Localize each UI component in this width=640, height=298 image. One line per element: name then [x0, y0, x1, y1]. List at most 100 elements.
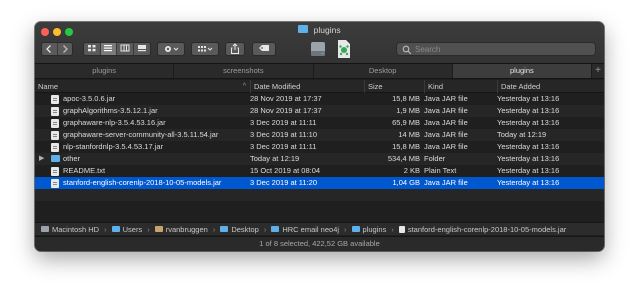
- file-list: apoc-3.5.0.6.jar 28 Nov 2019 at 17:37 15…: [35, 93, 604, 220]
- path-item-macintosh-hd[interactable]: Macintosh HD: [41, 225, 99, 234]
- action-menu-button[interactable]: [157, 42, 185, 56]
- sort-ascending-icon: ^: [242, 83, 246, 90]
- empty-row: [35, 201, 604, 213]
- file-kind: Java JAR file: [424, 106, 468, 115]
- title-bar: plugins: [35, 22, 604, 64]
- share-button[interactable]: [225, 42, 245, 56]
- tag-icon: [259, 45, 269, 51]
- list-view-button[interactable]: [100, 43, 117, 55]
- path-separator-icon: ›: [212, 224, 216, 234]
- window-title: plugins: [313, 25, 341, 35]
- file-size: 1,9 MB: [396, 106, 420, 115]
- file-date-added: Yesterday at 13:16: [497, 106, 560, 115]
- folder-icon: [298, 25, 309, 33]
- new-tab-button[interactable]: +: [592, 64, 604, 78]
- file-date-modified: 28 Nov 2019 at 17:37: [250, 106, 322, 115]
- gallery-view-button[interactable]: [133, 43, 150, 55]
- tab-screenshots[interactable]: screenshots: [174, 64, 314, 78]
- tab-bar: plugins screenshots Desktop plugins +: [35, 64, 604, 79]
- forward-button[interactable]: [57, 43, 72, 55]
- list-view-icon: [104, 45, 113, 52]
- path-item-file[interactable]: stanford-english-corenlp-2018-10-05-mode…: [398, 225, 566, 234]
- file-date-modified: Today at 12:19: [250, 154, 300, 163]
- file-date-modified: 3 Dec 2019 at 11:11: [250, 142, 317, 151]
- file-row[interactable]: README.txt 15 Oct 2019 at 08:04 2 KB Pla…: [35, 165, 604, 177]
- file-date-added: Yesterday at 13:16: [497, 178, 560, 187]
- file-kind: Java JAR file: [424, 130, 468, 139]
- tab-desktop[interactable]: Desktop: [314, 64, 453, 78]
- path-item-desktop[interactable]: Desktop: [220, 225, 259, 234]
- file-date-added: Yesterday at 13:16: [497, 118, 560, 127]
- file-date-added: Yesterday at 13:16: [497, 166, 560, 175]
- path-separator-icon: ›: [344, 224, 347, 234]
- tab-plugins-1[interactable]: plugins: [35, 64, 175, 78]
- file-row[interactable]: nlp-stanfordnlp-3.5.4.53.17.jar 3 Dec 20…: [35, 141, 604, 153]
- file-date-added: Yesterday at 13:16: [497, 154, 560, 163]
- path-separator-icon: ›: [104, 224, 107, 234]
- file-date-modified: 15 Oct 2019 at 08:04: [250, 166, 321, 175]
- share-icon: [231, 43, 239, 54]
- file-row-selected[interactable]: stanford-english-corenlp-2018-10-05-mode…: [35, 177, 604, 189]
- disclosure-triangle-icon[interactable]: ▶: [39, 153, 47, 165]
- file-row[interactable]: graphAlgorithms-3.5.12.1.jar 28 Nov 2019…: [35, 105, 604, 117]
- tab-plugins-active[interactable]: plugins: [452, 64, 592, 78]
- column-view-button[interactable]: [117, 43, 134, 55]
- group-grid-icon: [198, 46, 213, 52]
- file-date-modified: 3 Dec 2019 at 11:11: [250, 118, 317, 127]
- file-size: 1,04 GB: [392, 178, 420, 187]
- icon-view-icon: [87, 45, 96, 52]
- file-size: 15,8 MB: [392, 94, 420, 103]
- path-item-users[interactable]: Users: [111, 225, 142, 234]
- file-row[interactable]: graphaware-server-community-all-3.5.11.5…: [35, 129, 604, 141]
- window-title-area: plugins: [35, 25, 604, 37]
- chevron-left-icon: [46, 45, 52, 53]
- file-name: graphaware-nlp-3.5.4.53.16.jar: [63, 118, 166, 127]
- file-name: README.txt: [63, 166, 106, 175]
- file-date-added: Today at 12:19: [497, 130, 547, 139]
- gear-icon: [165, 46, 179, 52]
- file-kind: Plain Text: [424, 166, 457, 175]
- folder-icon: [271, 226, 280, 232]
- column-name[interactable]: Name ^: [35, 80, 250, 93]
- folder-icon: [111, 226, 120, 232]
- file-row[interactable]: apoc-3.5.0.6.jar 28 Nov 2019 at 17:37 15…: [35, 93, 604, 105]
- gallery-view-icon: [137, 45, 146, 52]
- file-size: 15,8 MB: [392, 142, 420, 151]
- tag-button[interactable]: [252, 42, 276, 56]
- hard-drive-icon: [41, 226, 49, 232]
- file-name: graphAlgorithms-3.5.12.1.jar: [63, 106, 158, 115]
- file-date-added: Yesterday at 13:16: [497, 94, 560, 103]
- finder-window: plugins Search plugins screenshots Deskt…: [35, 22, 604, 251]
- column-date-added[interactable]: Date Added: [497, 80, 604, 93]
- path-item-hrc-email-neo4j[interactable]: HRC email neo4j: [271, 225, 339, 234]
- file-kind: Folder: [424, 154, 446, 163]
- column-date-modified[interactable]: Date Modified: [250, 80, 364, 93]
- column-header: Name ^ Date Modified Size Kind Date Adde…: [35, 80, 604, 93]
- file-kind: Java JAR file: [424, 118, 468, 127]
- file-row[interactable]: graphaware-nlp-3.5.4.53.16.jar 3 Dec 201…: [35, 117, 604, 129]
- hard-drive-icon[interactable]: [309, 39, 327, 59]
- search-input[interactable]: [415, 43, 585, 55]
- empty-row: [35, 189, 604, 201]
- file-size: 14 MB: [398, 130, 420, 139]
- view-mode-control: [83, 42, 151, 56]
- group-by-button[interactable]: [191, 42, 219, 56]
- home-icon: [154, 226, 163, 232]
- path-item-plugins[interactable]: plugins: [351, 225, 386, 234]
- folder-row[interactable]: ▶ other Today at 12:19 534,4 MB Folder Y…: [35, 153, 604, 165]
- file-name: nlp-stanfordnlp-3.5.4.53.17.jar: [63, 142, 164, 151]
- neo4j-app-icon[interactable]: [335, 39, 353, 59]
- status-bar: 1 of 8 selected, 422,52 GB available: [35, 236, 604, 251]
- file-size: 65,9 MB: [392, 118, 420, 127]
- path-item-home[interactable]: rvanbruggen: [154, 225, 208, 234]
- file-name: graphaware-server-community-all-3.5.11.5…: [63, 130, 219, 139]
- back-button[interactable]: [42, 43, 58, 55]
- chevron-right-icon: [62, 45, 68, 53]
- file-date-modified: 3 Dec 2019 at 11:20: [250, 178, 317, 187]
- file-size: 534,4 MB: [387, 154, 420, 163]
- column-size[interactable]: Size: [364, 80, 424, 93]
- column-kind[interactable]: Kind: [424, 80, 497, 93]
- search-field[interactable]: [396, 42, 596, 56]
- path-separator-icon: ›: [391, 224, 394, 234]
- icon-view-button[interactable]: [84, 43, 101, 55]
